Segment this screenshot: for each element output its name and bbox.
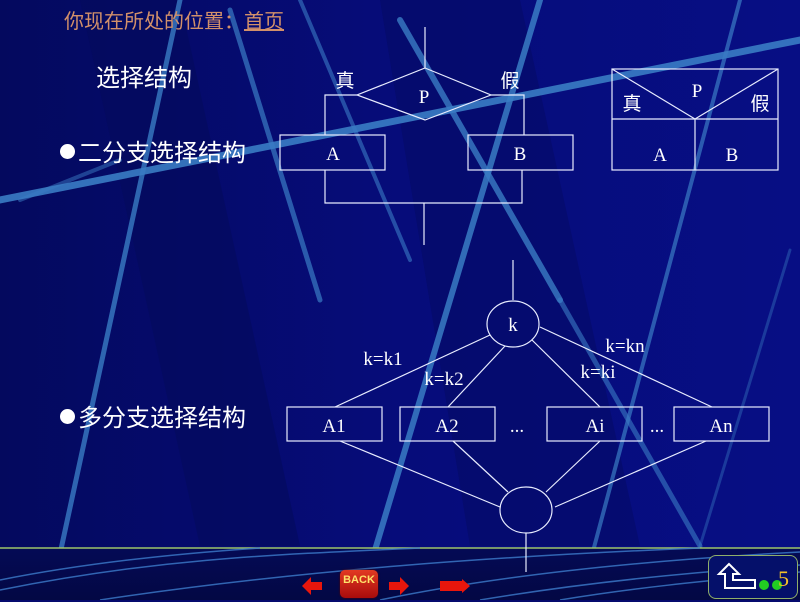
flow-true-label: 真 xyxy=(335,70,354,92)
block-a1-label: A1 xyxy=(322,416,345,437)
two-branch-flowchart xyxy=(279,27,574,245)
true-connector xyxy=(324,94,357,135)
green-dot-icon xyxy=(759,580,769,590)
ns-false-block-label: B xyxy=(726,145,739,166)
ellipsis-2: ... xyxy=(650,416,664,437)
back-button[interactable]: BACK xyxy=(340,570,378,598)
flow-condition-label: P xyxy=(419,87,430,108)
ellipsis-1: ... xyxy=(510,416,524,437)
arrow-left-icon xyxy=(302,577,322,595)
flow-false-block-label: B xyxy=(514,144,527,165)
ns-true-block-label: A xyxy=(653,145,667,166)
merge-node xyxy=(499,486,553,534)
block-a2-label: A2 xyxy=(435,416,458,437)
selector-label: k xyxy=(508,315,518,336)
ns-true-label: 真 xyxy=(622,93,641,115)
flow-false-label: 假 xyxy=(500,70,519,92)
diagrams: P 真 假 A B P 真 假 A B k k=k1 k=k2 k=ki k=k… xyxy=(279,27,779,572)
last-slide-button[interactable] xyxy=(440,578,470,593)
edge-label-kn: k=kn xyxy=(605,336,645,357)
flow-true-block-label: A xyxy=(326,144,340,165)
edge-label-k1: k=k1 xyxy=(363,349,402,370)
multi-branch-flowchart xyxy=(286,260,770,572)
prev-slide-button[interactable] xyxy=(302,577,322,595)
page-number: 5 xyxy=(778,566,789,591)
arrow-right-icon xyxy=(389,577,409,595)
edge-label-ki: k=ki xyxy=(581,362,616,383)
ns-condition-label: P xyxy=(692,81,703,102)
block-ai-label: Ai xyxy=(586,416,605,437)
next-slide-button[interactable] xyxy=(389,577,409,595)
arrow-end-icon xyxy=(440,579,470,593)
merge-connector xyxy=(324,170,523,204)
edge-label-k2: k=k2 xyxy=(424,369,463,390)
slide: 你现在所处的位置：首页 选择结构 二分支选择结构 多分支选择结构 P 真 假 A… xyxy=(0,0,800,600)
block-an-label: An xyxy=(709,416,733,437)
false-connector xyxy=(491,94,525,135)
ns-false-label: 假 xyxy=(750,93,769,115)
